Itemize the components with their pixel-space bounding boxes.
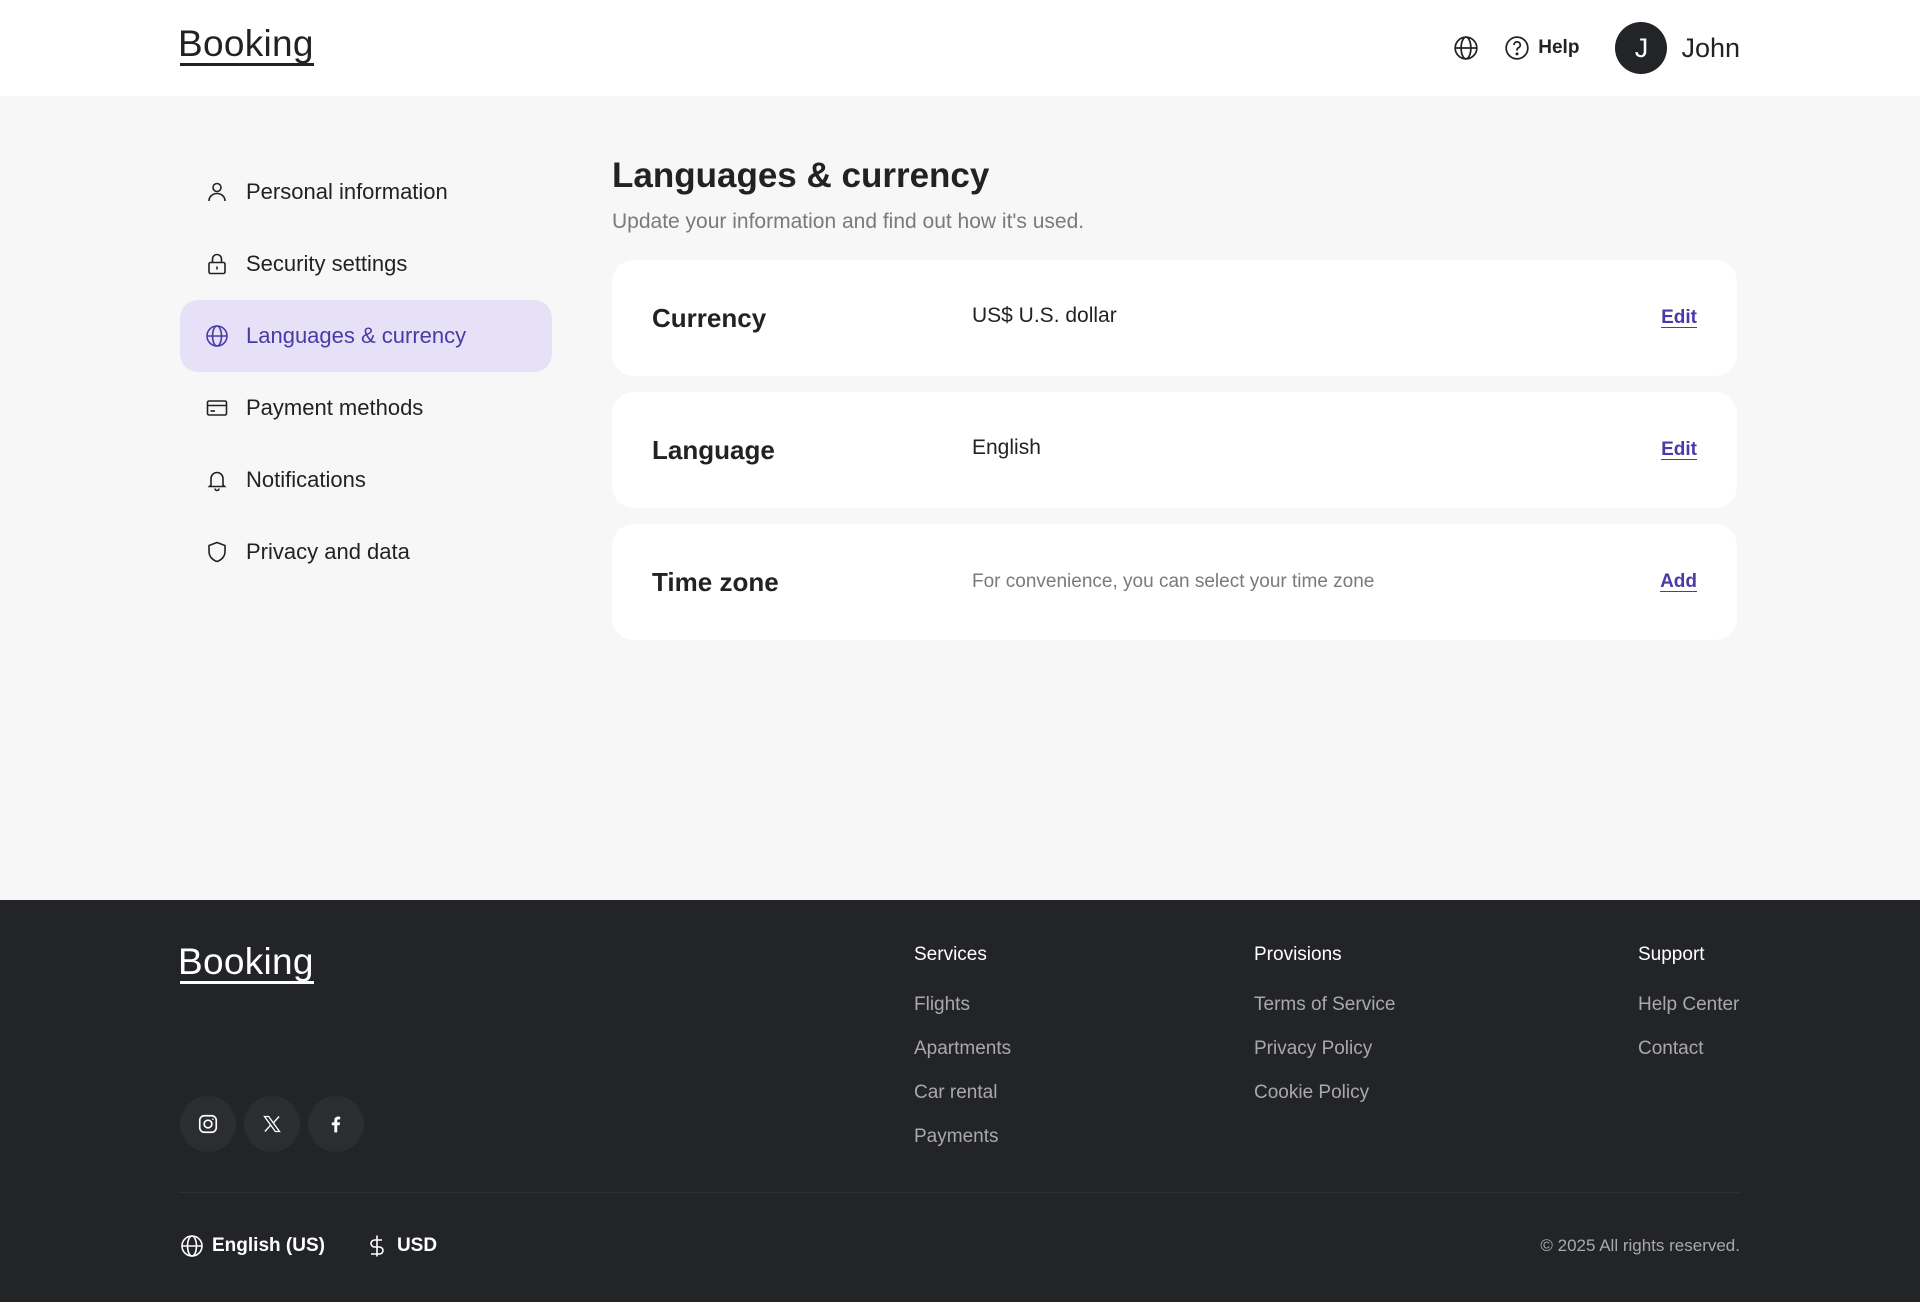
language-card: Language English Edit [612,392,1737,508]
footer-divider [178,1192,1740,1193]
page-subtitle: Update your information and find out how… [612,210,1085,233]
footer-link-privacy-policy[interactable]: Privacy Policy [1254,1038,1395,1060]
footer-currency-selector[interactable]: USD [365,1234,437,1258]
footer-column-title: Support [1638,944,1705,965]
sidebar-item-label: Languages & currency [246,323,467,348]
sidebar-item-languages-currency[interactable]: Languages & currency [180,300,552,372]
sidebar-item-label: Privacy and data [246,539,410,564]
sidebar-item-label: Security settings [246,251,408,276]
footer-link-apartments[interactable]: Apartments [914,1038,1011,1060]
logo[interactable]: Booking [178,22,315,66]
x-twitter-icon [263,1115,281,1133]
language-label: Language [652,434,775,465]
header-actions: Help J John [1448,22,1740,74]
footer-column-provisions: Provisions Terms of Service Privacy Poli… [1254,944,1395,1126]
credit-card-icon [204,395,230,421]
currency-edit-button[interactable]: Edit [1661,260,1697,376]
sidebar-item-security-settings[interactable]: Security settings [180,228,552,300]
sidebar-item-payment-methods[interactable]: Payment methods [180,372,552,444]
footer-link-contact[interactable]: Contact [1638,1038,1739,1060]
currency-card: Currency US$ U.S. dollar Edit [612,260,1737,376]
avatar-initial: J [1634,32,1649,63]
sidebar-item-label: Payment methods [246,395,424,420]
globe-icon [204,323,230,349]
sidebar-item-personal-information[interactable]: Personal information [180,156,552,228]
footer-link-payments[interactable]: Payments [914,1126,1011,1148]
user-name[interactable]: John [1681,33,1740,64]
footer-column-title: Services [914,944,987,965]
footer-logo-underline [180,981,315,984]
user-icon [204,179,230,205]
footer-currency-label: USD [396,1235,438,1256]
lock-icon [204,251,230,277]
main-content: Languages & currency Update your informa… [612,152,1737,640]
footer-column-title: Provisions [1254,944,1342,965]
globe-icon [1454,36,1478,60]
settings-cards: Currency US$ U.S. dollar Edit Language E… [612,260,1737,640]
logo-underline [180,63,315,66]
footer-column-support: Support Help Center Contact [1638,944,1739,1082]
time-zone-add-button[interactable]: Add [1660,524,1697,640]
facebook-button[interactable] [308,1096,364,1152]
dollar-icon [370,1235,384,1257]
currency-value: US$ U.S. dollar [972,304,1117,327]
help-label: Help [1538,37,1580,58]
time-zone-card: Time zone For convenience, you can selec… [612,524,1737,640]
footer-link-flights[interactable]: Flights [914,994,1011,1016]
language-globe-button[interactable] [1448,30,1484,66]
social-links [180,1096,372,1152]
footer-logo-text: Booking [178,941,314,982]
footer-link-help-center[interactable]: Help Center [1638,994,1739,1016]
language-value: English [972,436,1041,459]
footer-link-terms-of-service[interactable]: Terms of Service [1254,994,1395,1016]
instagram-icon [198,1114,218,1134]
shield-icon [204,539,230,565]
copyright: © 2025 All rights reserved. [1540,1236,1740,1255]
footer-language-selector[interactable]: English (US) [180,1234,325,1258]
sidebar-item-notifications[interactable]: Notifications [180,444,552,516]
bell-icon [204,467,230,493]
instagram-button[interactable] [180,1096,236,1152]
help-circle-icon [1505,36,1529,60]
help-button[interactable]: Help [1504,35,1579,61]
language-edit-button[interactable]: Edit [1661,392,1697,508]
page-title: Languages & currency [612,156,990,195]
x-twitter-button[interactable] [244,1096,300,1152]
time-zone-label: Time zone [652,566,779,597]
sidebar-item-label: Notifications [246,467,366,492]
header: Booking Help J John [0,0,1920,96]
time-zone-value: For convenience, you can select your tim… [972,571,1375,592]
avatar[interactable]: J [1615,22,1668,74]
footer-logo[interactable]: Booking [178,940,315,984]
sidebar-item-label: Personal information [246,179,448,204]
footer-link-cookie-policy[interactable]: Cookie Policy [1254,1082,1395,1104]
footer-link-car-rental[interactable]: Car rental [914,1082,1011,1104]
logo-text: Booking [178,23,314,64]
sidebar: Personal information Security settings L… [180,156,552,588]
sidebar-item-privacy-and-data[interactable]: Privacy and data [180,516,552,588]
footer-locale-options: English (US) USD [180,1234,477,1258]
footer-language-label: English (US) [212,1235,325,1256]
facebook-icon [331,1116,341,1133]
footer-column-services: Services Flights Apartments Car rental P… [914,944,1011,1170]
globe-icon [181,1235,203,1257]
currency-label: Currency [652,302,767,333]
footer: Booking Services Flights Apartments Car … [0,900,1920,1302]
